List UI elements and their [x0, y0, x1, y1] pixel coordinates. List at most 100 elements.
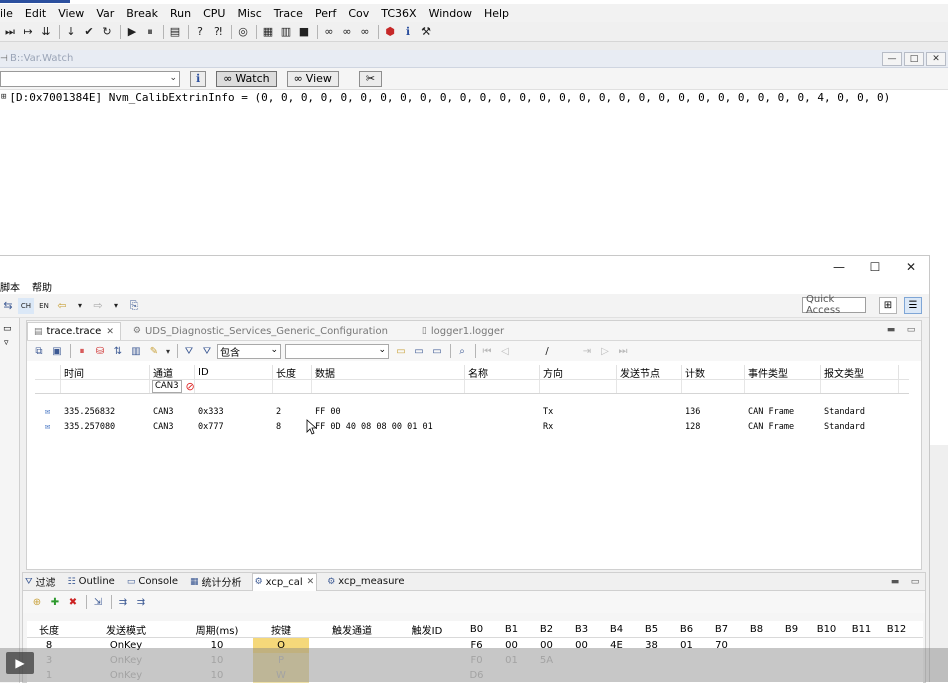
save-icon[interactable]: ▣ — [49, 344, 65, 358]
stop-icon[interactable]: ⏸ — [74, 344, 90, 358]
prev-icon[interactable]: ◁ — [497, 344, 513, 358]
menu-file[interactable]: ile — [0, 7, 19, 20]
highlight-icon[interactable]: ✎ — [146, 344, 162, 358]
save-icon[interactable]: ⇆ — [0, 298, 16, 314]
chevron-down-icon[interactable]: ▾ — [164, 344, 172, 358]
close-icon[interactable]: ✕ — [307, 577, 315, 587]
open-icon[interactable]: ⧉ — [31, 344, 47, 358]
menu-view[interactable]: View — [52, 7, 90, 20]
slash-icon[interactable]: / — [539, 344, 555, 358]
col-b9[interactable]: B9 — [774, 624, 809, 635]
folder-open-icon[interactable]: ▭ — [411, 344, 427, 358]
chart-icon[interactable]: ▥ — [128, 344, 144, 358]
perspective-default-button[interactable]: ☰ — [904, 297, 922, 314]
col-b4[interactable]: B4 — [599, 624, 634, 635]
menu-help[interactable]: 帮助 — [32, 279, 52, 294]
col-trigger-channel[interactable]: 触发通道 — [309, 622, 395, 637]
filter-direction[interactable] — [540, 380, 617, 393]
filter-event[interactable] — [745, 380, 821, 393]
minimize-button[interactable]: — — [882, 52, 902, 66]
tab-outline[interactable]: ☷ Outline — [66, 573, 117, 591]
menu-cpu[interactable]: CPU — [197, 7, 231, 20]
watch-glasses-icon[interactable]: ∞ — [321, 24, 337, 40]
col-b0[interactable]: B0 — [459, 624, 494, 635]
close-button[interactable]: ✕ — [926, 52, 946, 66]
menu-script[interactable]: 脚本 — [0, 279, 20, 294]
channel-filter-value[interactable]: CAN3 — [152, 380, 182, 393]
context-help-icon[interactable]: ⁈ — [210, 24, 226, 40]
col-b8[interactable]: B8 — [739, 624, 774, 635]
col-key[interactable]: 按键 — [253, 622, 309, 637]
help-icon[interactable]: ? — [192, 24, 208, 40]
watch-expression-combo[interactable]: ⌄ — [0, 70, 180, 87]
col-length[interactable]: 长度 — [27, 622, 71, 637]
filter-count[interactable] — [682, 380, 745, 393]
delete-button[interactable]: ✂ — [358, 70, 383, 87]
filter-type[interactable] — [821, 380, 899, 393]
register-icon[interactable]: ▦ — [260, 24, 276, 40]
memory-icon[interactable]: ▥ — [278, 24, 294, 40]
chevron-down-icon[interactable]: ⌄ — [270, 345, 278, 355]
tab-statistics[interactable]: ▦ 统计分析 — [188, 573, 244, 591]
menu-edit[interactable]: Edit — [19, 7, 52, 20]
col-channel[interactable]: 通道 — [150, 365, 195, 380]
col-b5[interactable]: B5 — [634, 624, 669, 635]
tab-xcp-measure[interactable]: ⚙ xcp_measure — [325, 573, 406, 591]
tab-xcp-cal[interactable]: ⚙ xcp_cal ✕ — [251, 572, 318, 591]
col-count[interactable]: 计数 — [682, 365, 745, 380]
watch-entry[interactable]: ⊞ [D:0x7001384E] Nvm_CalibExtrinInfo = (0… — [0, 90, 948, 104]
check-icon[interactable]: ✔ — [81, 24, 97, 40]
col-name[interactable]: 名称 — [465, 365, 540, 380]
maximize-button[interactable]: ☐ — [857, 256, 893, 278]
perspective-open-button[interactable]: ⊞ — [879, 297, 897, 314]
ch-icon[interactable]: CH — [18, 297, 34, 314]
list-icon[interactable]: ▤ — [167, 24, 183, 40]
menu-var[interactable]: Var — [90, 7, 120, 20]
add-icon[interactable]: ✚ — [47, 595, 63, 609]
close-button[interactable]: ✕ — [893, 256, 929, 278]
play-button[interactable]: ▶ — [6, 652, 34, 674]
info-button[interactable]: ℹ — [190, 70, 207, 87]
menu-window[interactable]: Window — [423, 7, 478, 20]
disk-icon[interactable]: ◎ — [235, 24, 251, 40]
menu-cov[interactable]: Cov — [342, 7, 375, 20]
down-arrow-icon[interactable]: ↓ — [63, 24, 79, 40]
col-length[interactable]: 长度 — [273, 365, 312, 380]
record-icon[interactable]: ⛁ — [92, 344, 108, 358]
view-glasses-icon[interactable]: ∞ — [339, 24, 355, 40]
step-into-icon[interactable]: ⇊ — [38, 24, 54, 40]
menu-help[interactable]: Help — [478, 7, 515, 20]
filter-id[interactable] — [195, 380, 273, 393]
tab-console[interactable]: ▭ Console — [125, 573, 180, 591]
step-icon[interactable]: ⏭ — [2, 24, 18, 40]
minimize-icon[interactable]: ▬ — [889, 576, 901, 588]
minimize-icon[interactable]: ▬ — [885, 324, 897, 336]
menu-misc[interactable]: Misc — [231, 7, 267, 20]
col-b6[interactable]: B6 — [669, 624, 704, 635]
col-b12[interactable]: B12 — [879, 624, 914, 635]
tab-logger[interactable]: ▯ logger1.logger — [416, 322, 510, 340]
wrench-icon[interactable]: ⚒ — [418, 24, 434, 40]
tab-trace[interactable]: ▤ trace.trace ✕ — [27, 322, 121, 340]
col-data[interactable]: 数据 — [312, 365, 465, 380]
forward-icon[interactable]: ⇨ — [90, 298, 106, 314]
col-period[interactable]: 周期(ms) — [181, 622, 253, 637]
step-over-icon[interactable]: ↦ — [20, 24, 36, 40]
go-icon[interactable]: ▶ — [124, 24, 140, 40]
menu-break[interactable]: Break — [120, 7, 164, 20]
hex-icon[interactable]: ⇉ — [115, 595, 131, 609]
search-icon[interactable]: ⌕ — [454, 344, 470, 358]
en-icon[interactable]: EN — [36, 298, 52, 314]
cube-icon[interactable]: ⬢ — [382, 24, 398, 40]
col-b1[interactable]: B1 — [494, 624, 529, 635]
folder-icon[interactable]: ▭ — [393, 344, 409, 358]
restore-icon[interactable]: ▭ — [3, 324, 19, 334]
col-time[interactable]: 时间 — [61, 365, 150, 380]
col-trigger-id[interactable]: 触发ID — [395, 622, 459, 637]
menu-trace[interactable]: Trace — [268, 7, 309, 20]
pause-icon[interactable]: ⏸ — [142, 24, 158, 40]
info-icon[interactable]: ℹ — [400, 24, 416, 40]
filter-sender[interactable] — [617, 380, 682, 393]
menu-perf[interactable]: Perf — [309, 7, 342, 20]
next-icon[interactable]: ⇥ — [579, 344, 595, 358]
